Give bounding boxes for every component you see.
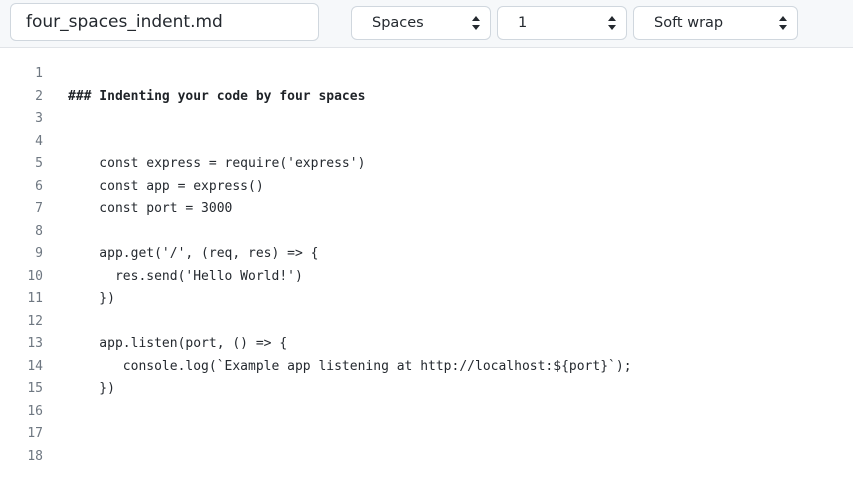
line-text[interactable]: app.get('/', (req, res) => { (68, 243, 318, 266)
editor-line[interactable]: 3 (0, 108, 853, 131)
editor-line[interactable]: 2 ### Indenting your code by four spaces (0, 86, 853, 109)
line-number: 18 (27, 448, 43, 464)
up-down-chevron-icon (779, 16, 787, 30)
editor-line[interactable]: 17 (0, 423, 853, 446)
line-number: 4 (35, 133, 43, 149)
line-number: 10 (27, 268, 43, 284)
editor-line[interactable]: 15 }) (0, 378, 853, 401)
indent-size-select[interactable]: 1 (497, 6, 627, 40)
line-number: 8 (35, 223, 43, 239)
editor-line[interactable]: 7 const port = 3000 (0, 198, 853, 221)
up-down-chevron-icon (472, 16, 480, 30)
line-number: 16 (27, 403, 43, 419)
editor-line[interactable]: 10 res.send('Hello World!') (0, 266, 853, 289)
line-number: 7 (35, 201, 43, 216)
filename-input[interactable] (10, 3, 319, 41)
line-text[interactable]: const app = express() (68, 176, 263, 199)
indent-mode-value: Spaces (372, 15, 424, 31)
wrap-mode-value: Soft wrap (654, 15, 724, 31)
line-number: 6 (35, 178, 43, 194)
line-number: 11 (27, 291, 43, 306)
line-number: 17 (27, 426, 43, 441)
line-number: 2 (35, 88, 43, 104)
line-number: 5 (35, 156, 43, 171)
line-text[interactable]: res.send('Hello World!') (68, 266, 303, 289)
editor-line[interactable]: 14 console.log(`Example app listening at… (0, 356, 853, 379)
up-down-chevron-icon (608, 16, 616, 30)
editor-line[interactable]: 11 }) (0, 288, 853, 311)
editor-line[interactable]: 6 const app = express() (0, 176, 853, 199)
line-text[interactable]: }) (68, 288, 115, 311)
line-text[interactable]: app.listen(port, () => { (68, 333, 287, 356)
editor-line[interactable]: 8 (0, 221, 853, 244)
line-number: 1 (35, 66, 43, 81)
editor-line[interactable]: 12 (0, 311, 853, 334)
indent-mode-select[interactable]: Spaces (351, 6, 491, 40)
line-number: 12 (27, 313, 43, 329)
editor-line[interactable]: 16 (0, 401, 853, 424)
editor-line[interactable]: 13 app.listen(port, () => { (0, 333, 853, 356)
line-text[interactable]: const express = require('express') (68, 153, 365, 176)
editor-line[interactable]: 9 app.get('/', (req, res) => { (0, 243, 853, 266)
line-number: 13 (27, 336, 43, 351)
editor-line[interactable]: 18 (0, 446, 853, 469)
line-number: 15 (27, 381, 43, 396)
indent-size-value: 1 (518, 15, 528, 31)
line-text[interactable]: }) (68, 378, 115, 401)
line-number: 14 (27, 358, 43, 374)
editor-line[interactable]: 4 (0, 131, 853, 154)
editor-line[interactable]: 5 const express = require('express') (0, 153, 853, 176)
wrap-mode-select[interactable]: Soft wrap (633, 6, 798, 40)
line-number: 3 (35, 111, 43, 126)
line-text[interactable]: ### Indenting your code by four spaces (68, 86, 365, 109)
line-text[interactable]: const port = 3000 (68, 198, 232, 221)
line-number: 9 (35, 246, 43, 261)
editor-toolbar: Spaces 1 Soft wrap (0, 0, 853, 48)
editor-line[interactable]: 1 (0, 63, 853, 86)
line-text[interactable]: console.log(`Example app listening at ht… (68, 356, 632, 379)
code-editor[interactable]: 1 2 ### Indenting your code by four spaces… (0, 63, 853, 481)
